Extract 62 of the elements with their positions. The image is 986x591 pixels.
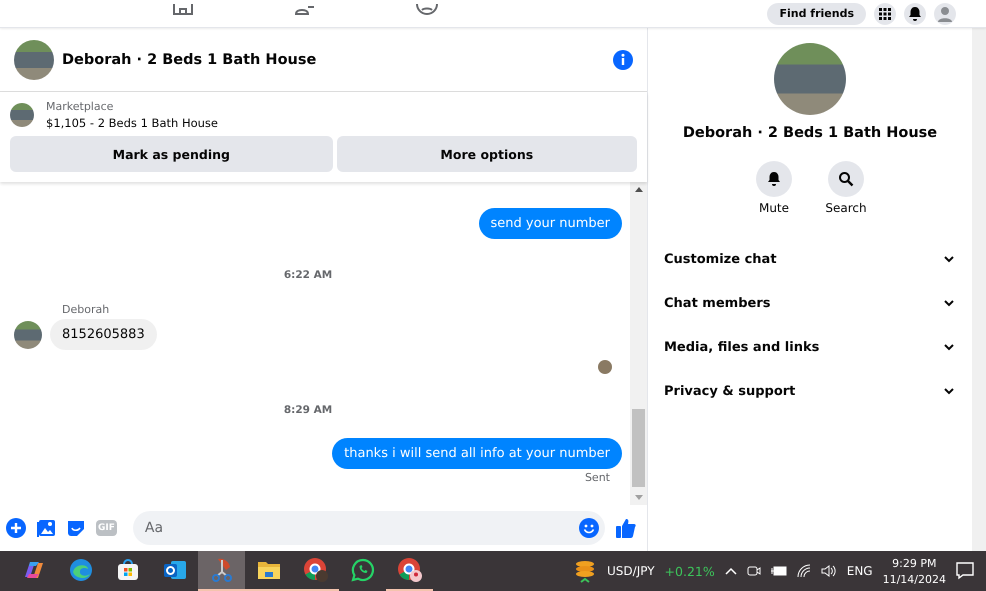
chat-title: Deborah · 2 Beds 1 Bath House [62, 52, 318, 68]
search-icon [838, 171, 854, 187]
shopping-bag-icon [116, 558, 140, 582]
camera-icon[interactable] [746, 564, 761, 578]
section-header[interactable]: Privacy & support [648, 369, 972, 413]
timestamp: 8:29 AM [284, 404, 334, 416]
action-button[interactable]: Mark as pending [10, 136, 333, 172]
image-icon[interactable] [36, 518, 56, 538]
scissors-icon [210, 557, 234, 583]
folder-icon [256, 559, 280, 581]
bell-icon [907, 6, 923, 22]
received-message: 8152605883 [50, 319, 157, 350]
bell-icon [766, 171, 782, 187]
avatar [14, 320, 42, 348]
section-header[interactable]: Media, files and links [648, 325, 972, 369]
listing-photo-placeholder [10, 103, 34, 127]
thumbs-up-icon[interactable] [615, 517, 637, 539]
emoji-icon[interactable] [579, 518, 599, 538]
conversation-name: Deborah · 2 Beds 1 Bath House [682, 125, 938, 141]
language-indicator[interactable]: ENG [846, 564, 873, 578]
message-input-field[interactable]: Aa [132, 511, 605, 545]
action-label: Search [825, 201, 867, 215]
ticker-symbol: USD/JPY [607, 564, 655, 578]
mail-app-icon [162, 558, 186, 582]
notifications-button[interactable] [904, 2, 926, 24]
house-photo-placeholder [14, 40, 54, 80]
scroll-up-icon[interactable] [634, 186, 642, 192]
bell-button[interactable] [756, 161, 792, 197]
find-friends-button[interactable]: Find friends [767, 2, 866, 24]
notification-icon[interactable] [956, 562, 974, 580]
chevron-up-icon[interactable] [724, 567, 737, 575]
scrollbar[interactable] [630, 182, 647, 505]
section-header[interactable]: Customize chat [648, 237, 972, 281]
listing-source: Marketplace [46, 100, 114, 113]
seen-avatar [598, 360, 612, 374]
browser-icon [396, 557, 422, 583]
listing-title: $1,105 - 2 Beds 1 Bath House [46, 116, 218, 130]
wifi-icon[interactable] [796, 564, 811, 578]
sent-message: send your number [478, 208, 622, 239]
info-icon[interactable] [613, 50, 633, 70]
browser-icon [302, 557, 328, 583]
grid-icon [879, 8, 891, 20]
profile-button[interactable] [934, 2, 956, 24]
person-icon [937, 6, 953, 22]
browser-icon [68, 558, 92, 582]
action-button[interactable]: More options [336, 136, 637, 172]
battery-icon[interactable] [770, 565, 787, 577]
menu-button[interactable] [874, 2, 896, 24]
sticker-icon[interactable] [66, 518, 86, 538]
timestamp: 6:22 AM [284, 269, 334, 281]
clock[interactable]: 9:29 PM 11/14/2024 [882, 556, 946, 586]
sent-message: thanks i will send all info at your number [332, 438, 622, 469]
speaker-icon[interactable] [820, 564, 837, 578]
action-label: Mute [758, 201, 790, 215]
chat-bubble-icon [350, 558, 374, 582]
ticker-change: +0.21% [664, 564, 715, 578]
sender-name: Deborah [62, 303, 110, 316]
scrollbar-thumb[interactable] [632, 409, 645, 487]
message-status: Sent [584, 471, 610, 484]
section-header[interactable]: Chat members [648, 281, 972, 325]
plus-icon[interactable] [6, 518, 26, 538]
search-button[interactable] [828, 161, 864, 197]
